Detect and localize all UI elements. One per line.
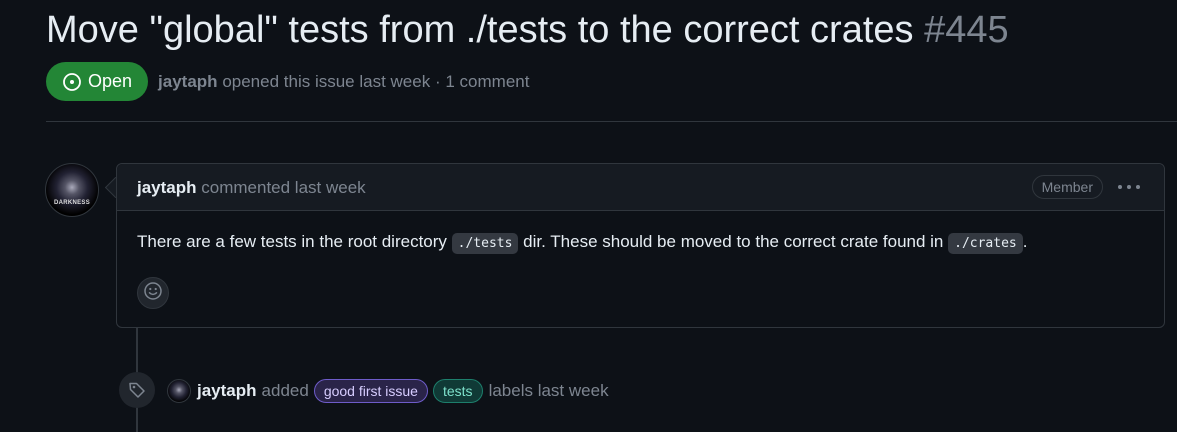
comment-body: There are a few tests in the root direct… [137, 232, 1028, 254]
meta-separator: · [434, 71, 441, 91]
comment-text-3: . [1022, 232, 1028, 251]
issue-author-link[interactable]: jaytaph [158, 72, 218, 91]
comment-author-line: jaytaph commented last week [137, 178, 366, 198]
event-tail[interactable]: labels last week [489, 381, 609, 401]
avatar-text: DARKNESS [53, 200, 91, 206]
comment-action[interactable]: commented last week [201, 178, 365, 197]
issue-title: Move "global" tests from ./tests to the … [46, 6, 1009, 54]
issue-meta-text: jaytaph opened this issue last week · 1 … [158, 72, 529, 92]
issue-title-text: Move "global" tests from ./tests to the … [46, 9, 914, 51]
event-verb: added [261, 381, 309, 400]
add-reaction-button[interactable] [137, 277, 169, 309]
issue-state-badge: Open [46, 62, 149, 101]
comment-box: jaytaph commented last week Member There… [116, 163, 1165, 328]
comment-count[interactable]: 1 comment [445, 72, 529, 91]
comment-text-2: dir. These should be moved to the correc… [518, 232, 949, 251]
smiley-icon [143, 281, 163, 306]
issue-state-label: Open [88, 71, 133, 91]
tag-icon [119, 372, 155, 408]
label-good-first-issue[interactable]: good first issue [313, 379, 428, 403]
comment-header: jaytaph commented last week Member [117, 164, 1164, 211]
member-badge: Member [1031, 175, 1103, 199]
header-divider [46, 121, 1177, 122]
label-event: jaytaph added good first issue tests lab… [197, 378, 609, 404]
comment-author-link[interactable]: jaytaph [137, 178, 197, 197]
event-avatar[interactable] [167, 379, 191, 403]
issue-opened-text: opened this issue last week [222, 71, 431, 91]
issue-number: #445 [924, 9, 1009, 51]
avatar[interactable]: DARKNESS [45, 163, 99, 217]
event-author-link[interactable]: jaytaph [197, 381, 257, 401]
label-tests[interactable]: tests [432, 379, 483, 403]
code-crates-dir: ./crates [948, 233, 1023, 254]
issue-meta: Open jaytaph opened this issue last week… [46, 62, 529, 101]
kebab-menu-icon[interactable] [1118, 177, 1140, 197]
code-tests-dir: ./tests [451, 233, 519, 254]
issue-open-icon [62, 72, 82, 92]
comment-text-1: There are a few tests in the root direct… [137, 232, 452, 251]
